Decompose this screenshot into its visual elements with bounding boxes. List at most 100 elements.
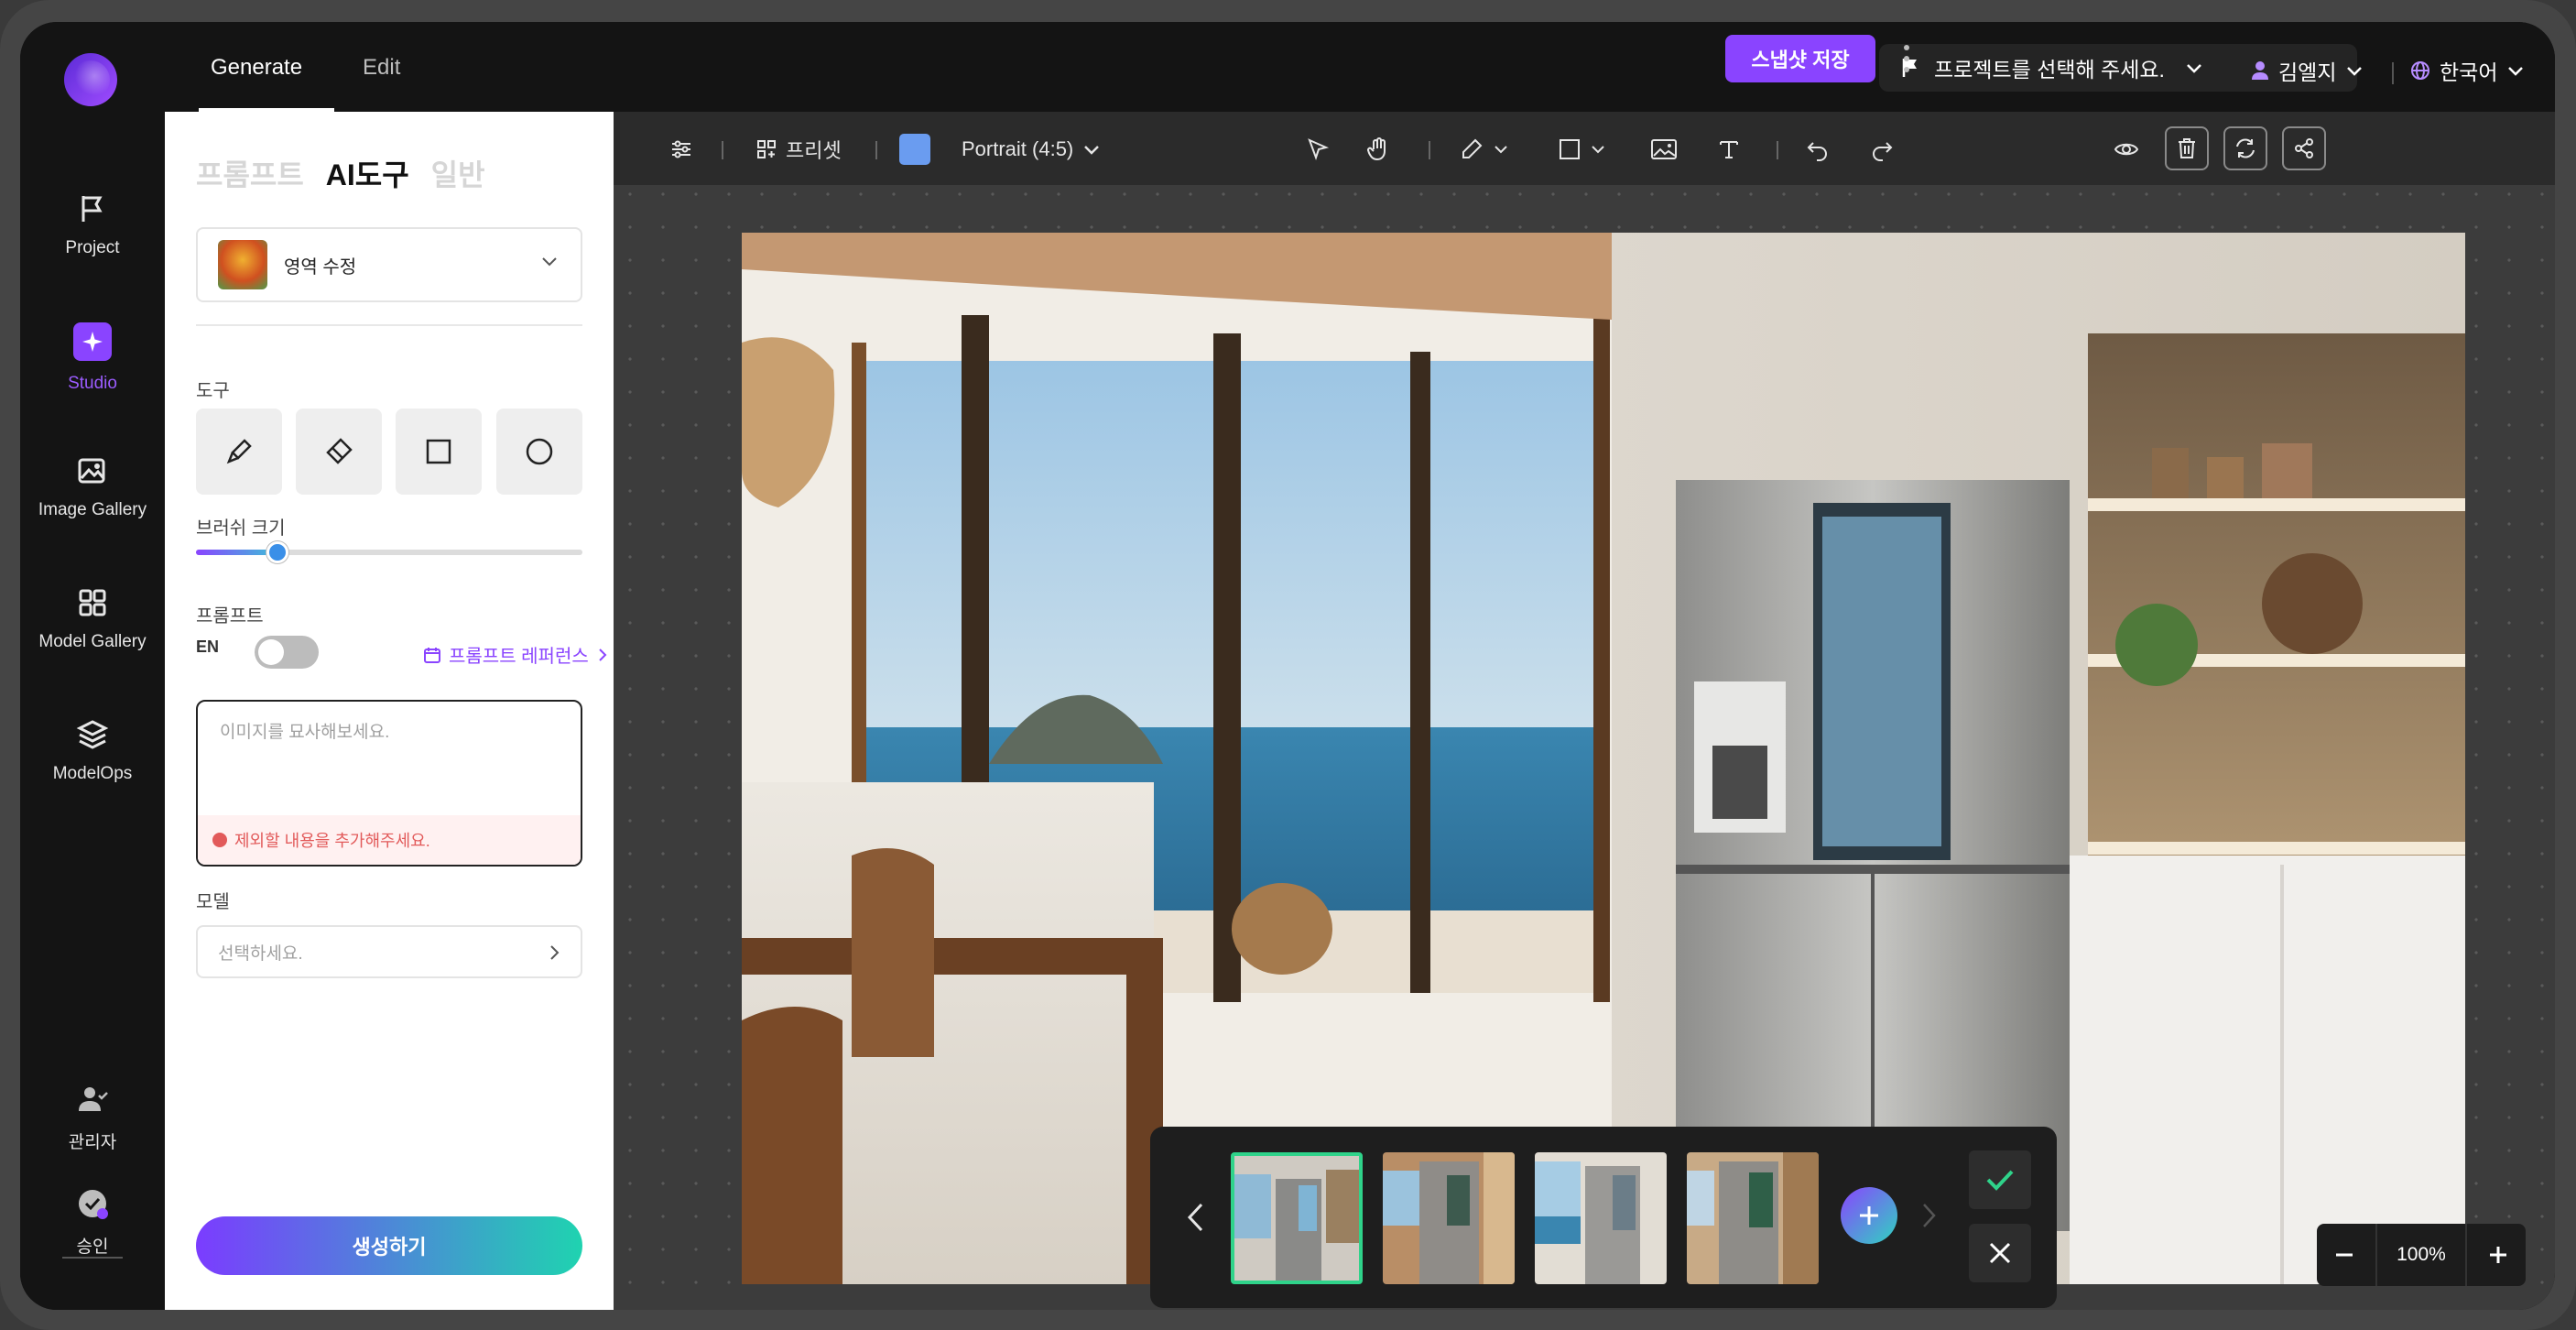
error-icon bbox=[212, 833, 227, 847]
brush-size-slider[interactable] bbox=[196, 541, 582, 563]
tab-edit[interactable]: Edit bbox=[363, 55, 400, 81]
variation-strip bbox=[1150, 1127, 2057, 1308]
text-tool-button[interactable] bbox=[1718, 136, 1740, 163]
prompt-reference-label: 프롬프트 레퍼런스 bbox=[449, 647, 589, 667]
share-button[interactable] bbox=[2282, 126, 2326, 170]
chevron-left-icon[interactable] bbox=[1185, 1202, 1207, 1233]
save-snapshot-button[interactable]: 스냅샷 저장 bbox=[1725, 35, 1875, 82]
undo-button[interactable] bbox=[1806, 136, 1830, 163]
hand-icon bbox=[1367, 137, 1386, 161]
chevron-right-icon bbox=[550, 945, 560, 960]
brush-tool-button[interactable] bbox=[196, 409, 282, 495]
brush-icon bbox=[226, 439, 252, 464]
slider-fill bbox=[196, 550, 277, 555]
zoom-out-icon[interactable] bbox=[2333, 1244, 2355, 1266]
ai-tools-panel: 프롬프트 AI도구 일반 영역 수정 도구 브러쉬 크기 프롬프트 EN 프롬프… bbox=[165, 112, 614, 1310]
sparkle-icon bbox=[73, 322, 112, 361]
prompt-reference-link[interactable]: 프롬프트 레퍼런스 bbox=[423, 641, 609, 668]
eraser-tool-button[interactable] bbox=[296, 409, 382, 495]
nav-item-studio[interactable]: Studio bbox=[20, 322, 165, 394]
tab-generate[interactable]: Generate bbox=[211, 55, 302, 81]
generate-button[interactable]: 생성하기 bbox=[196, 1216, 582, 1275]
variation-thumbnail[interactable] bbox=[1231, 1152, 1363, 1284]
nav-label: 승인 bbox=[76, 1237, 109, 1257]
apply-button[interactable] bbox=[1969, 1150, 2031, 1209]
translate-en-icon: EN bbox=[196, 638, 220, 656]
model-label: 모델 bbox=[196, 892, 230, 912]
sliders-icon bbox=[672, 140, 690, 158]
globe-icon bbox=[2411, 61, 2429, 80]
nav-item-model-gallery[interactable]: Model Gallery bbox=[20, 586, 165, 652]
nav-item-image-gallery[interactable]: Image Gallery bbox=[20, 454, 165, 520]
variation-thumbnail[interactable] bbox=[1535, 1152, 1667, 1284]
shape-tool-button[interactable] bbox=[1559, 136, 1606, 163]
preset-grid-icon bbox=[757, 140, 776, 158]
toolbar-divider bbox=[722, 141, 723, 159]
preset-button[interactable]: 프리셋 bbox=[756, 136, 842, 163]
model-select[interactable]: 선택하세요. bbox=[196, 925, 582, 978]
zoom-in-icon[interactable] bbox=[2487, 1244, 2509, 1266]
model-placeholder: 선택하세요. bbox=[218, 943, 303, 964]
tab-general[interactable]: 일반 bbox=[431, 152, 485, 194]
trash-icon bbox=[2179, 138, 2195, 158]
cancel-button[interactable] bbox=[1969, 1224, 2031, 1282]
nav-item-admin[interactable]: 관리자 bbox=[20, 1083, 165, 1153]
circle-tool-button[interactable] bbox=[496, 409, 582, 495]
prompt-placeholder: 이미지를 묘사해보세요. bbox=[220, 723, 390, 742]
image-gallery-icon bbox=[78, 458, 105, 484]
square-icon bbox=[1560, 139, 1580, 159]
device-frame: Generate Edit 프로젝트를 선택해 주세요. 김엘지 한국어 Pro… bbox=[0, 0, 2576, 1330]
aspect-ratio-select[interactable]: Portrait (4:5) bbox=[962, 136, 1101, 163]
mode-select-label: 영역 수정 bbox=[284, 256, 357, 278]
rectangle-tool-button[interactable] bbox=[396, 409, 482, 495]
panel-tabs: 프롬프트 AI도구 일반 bbox=[196, 152, 485, 194]
nav-item-modelops[interactable]: ModelOps bbox=[20, 718, 165, 784]
slider-handle[interactable] bbox=[266, 541, 288, 563]
plus-icon bbox=[1860, 1206, 1878, 1225]
mode-select[interactable]: 영역 수정 bbox=[196, 227, 582, 302]
admin-user-icon bbox=[79, 1087, 108, 1111]
add-variation-button[interactable] bbox=[1841, 1187, 1897, 1244]
chevron-down-icon bbox=[2508, 67, 2524, 76]
preset-label: 프리셋 bbox=[786, 139, 842, 162]
user-menu[interactable]: 김엘지 bbox=[2251, 55, 2364, 86]
language-menu[interactable]: 한국어 bbox=[2410, 55, 2525, 86]
undo-icon bbox=[1807, 142, 1827, 161]
nav-item-approval[interactable]: 승인 bbox=[20, 1187, 165, 1258]
panel-divider bbox=[196, 324, 582, 326]
approval-icon bbox=[79, 1190, 108, 1219]
chevron-down-icon bbox=[542, 257, 557, 267]
chevron-right-icon[interactable] bbox=[1919, 1202, 1938, 1229]
select-tool-button[interactable] bbox=[1306, 136, 1330, 163]
image-tool-button[interactable] bbox=[1650, 136, 1678, 163]
close-icon bbox=[1989, 1242, 2011, 1264]
color-picker[interactable] bbox=[899, 134, 930, 165]
english-toggle[interactable] bbox=[255, 636, 319, 669]
delete-button[interactable] bbox=[2165, 126, 2209, 170]
preview-button[interactable] bbox=[2114, 136, 2139, 163]
cursor-icon bbox=[1308, 138, 1330, 161]
top-bar: Generate Edit 프로젝트를 선택해 주세요. 김엘지 한국어 bbox=[20, 22, 2555, 112]
more-options-button[interactable] bbox=[1901, 40, 1912, 82]
circle-icon bbox=[526, 438, 553, 465]
header-divider bbox=[2392, 62, 2394, 84]
prompt-label: 프롬프트 bbox=[196, 606, 264, 627]
pan-tool-button[interactable] bbox=[1366, 136, 1392, 163]
zoom-divider bbox=[2465, 1224, 2468, 1286]
redo-button[interactable] bbox=[1870, 136, 1894, 163]
prompt-textarea[interactable]: 이미지를 묘사해보세요. 제외할 내용을 추가해주세요. bbox=[196, 700, 582, 867]
variation-thumbnail[interactable] bbox=[1383, 1152, 1515, 1284]
pen-tool-button[interactable] bbox=[1460, 136, 1509, 163]
refresh-icon bbox=[2236, 138, 2255, 158]
nav-item-project[interactable]: Project bbox=[20, 192, 165, 258]
tab-prompt[interactable]: 프롬프트 bbox=[196, 152, 304, 194]
refresh-button[interactable] bbox=[2223, 126, 2267, 170]
eye-icon bbox=[2114, 143, 2139, 156]
tab-ai-tools[interactable]: AI도구 bbox=[326, 152, 409, 194]
app-logo[interactable] bbox=[64, 53, 117, 106]
variation-thumbnail[interactable] bbox=[1687, 1152, 1819, 1284]
more-vertical-icon bbox=[1904, 45, 1909, 72]
project-select-label: 프로젝트를 선택해 주세요. bbox=[1934, 58, 2165, 82]
settings-button[interactable] bbox=[670, 136, 692, 163]
aspect-ratio-label: Portrait (4:5) bbox=[962, 137, 1074, 160]
